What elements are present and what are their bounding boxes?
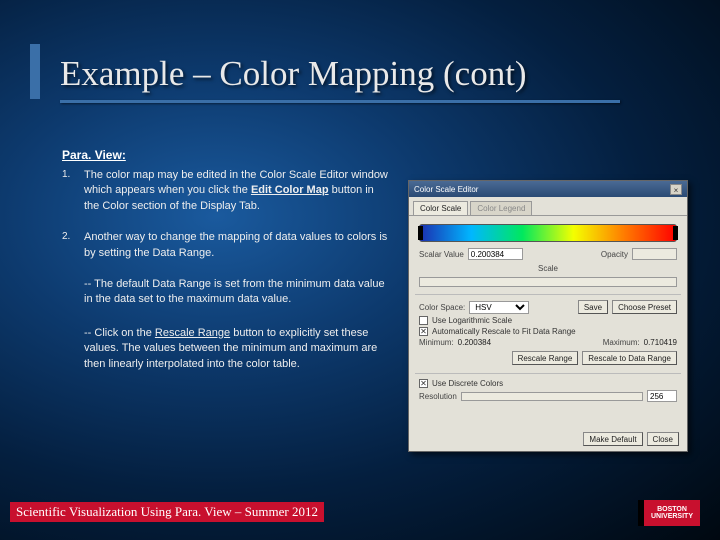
- discrete-colors-label: Use Discrete Colors: [432, 379, 503, 388]
- slide-title: Example – Color Mapping (cont): [60, 54, 660, 100]
- close-button[interactable]: Close: [647, 432, 679, 446]
- subparagraph: -- The default Data Range is set from th…: [84, 277, 392, 308]
- list-item: 2. Another way to change the mapping of …: [62, 230, 392, 261]
- subparagraph: -- Click on the Rescale Range button to …: [84, 326, 392, 372]
- auto-rescale-checkbox[interactable]: ✕: [419, 327, 428, 336]
- make-default-button[interactable]: Make Default: [583, 432, 642, 446]
- opacity-input[interactable]: [632, 248, 677, 260]
- item-number: 2.: [62, 230, 84, 261]
- color-spectrum[interactable]: [419, 224, 677, 242]
- resolution-label: Resolution: [419, 392, 457, 401]
- scalar-value-input[interactable]: [468, 248, 523, 260]
- item-text: Another way to change the mapping of dat…: [84, 230, 392, 261]
- resolution-value[interactable]: [647, 390, 677, 402]
- minimum-value: 0.200384: [458, 338, 518, 347]
- close-icon[interactable]: ×: [670, 184, 682, 195]
- choose-preset-button[interactable]: Choose Preset: [612, 300, 677, 314]
- title-accent: [30, 44, 40, 99]
- title-underline: [60, 100, 620, 103]
- colorspace-label: Color Space:: [419, 303, 465, 312]
- content-body: 1. The color map may be edited in the Co…: [62, 168, 392, 390]
- maximum-value: 0.710419: [644, 338, 677, 347]
- rescale-range-button[interactable]: Rescale Range: [512, 351, 579, 365]
- discrete-colors-checkbox[interactable]: ✕: [419, 379, 428, 388]
- item-number: 1.: [62, 168, 84, 214]
- list-item: 1. The color map may be edited in the Co…: [62, 168, 392, 214]
- auto-rescale-label: Automatically Rescale to Fit Data Range: [432, 327, 576, 336]
- color-scale-editor-dialog: Color Scale Editor × Color Scale Color L…: [408, 180, 688, 452]
- tab-color-legend[interactable]: Color Legend: [470, 201, 532, 215]
- minimum-label: Minimum:: [419, 338, 454, 347]
- boston-university-logo: BOSTON UNIVERSITY: [638, 500, 700, 526]
- footer-banner: Scientific Visualization Using Para. Vie…: [10, 502, 324, 522]
- scalar-value-label: Scalar Value: [419, 250, 464, 259]
- resolution-slider[interactable]: [461, 392, 643, 401]
- opacity-label: Opacity: [601, 250, 628, 259]
- dialog-title: Color Scale Editor: [414, 185, 478, 194]
- item-text: The color map may be edited in the Color…: [84, 168, 392, 214]
- log-scale-label: Use Logarithmic Scale: [432, 316, 512, 325]
- scale-slider[interactable]: [419, 277, 677, 287]
- save-button[interactable]: Save: [578, 300, 608, 314]
- dialog-titlebar[interactable]: Color Scale Editor ×: [409, 181, 687, 197]
- maximum-label: Maximum:: [603, 338, 640, 347]
- log-scale-checkbox[interactable]: [419, 316, 428, 325]
- rescale-to-data-button[interactable]: Rescale to Data Range: [582, 351, 677, 365]
- tab-color-scale[interactable]: Color Scale: [413, 201, 468, 215]
- colorspace-select[interactable]: HSV: [469, 301, 529, 314]
- paraview-heading: Para. View:: [62, 148, 126, 162]
- scale-label: Scale: [538, 264, 558, 273]
